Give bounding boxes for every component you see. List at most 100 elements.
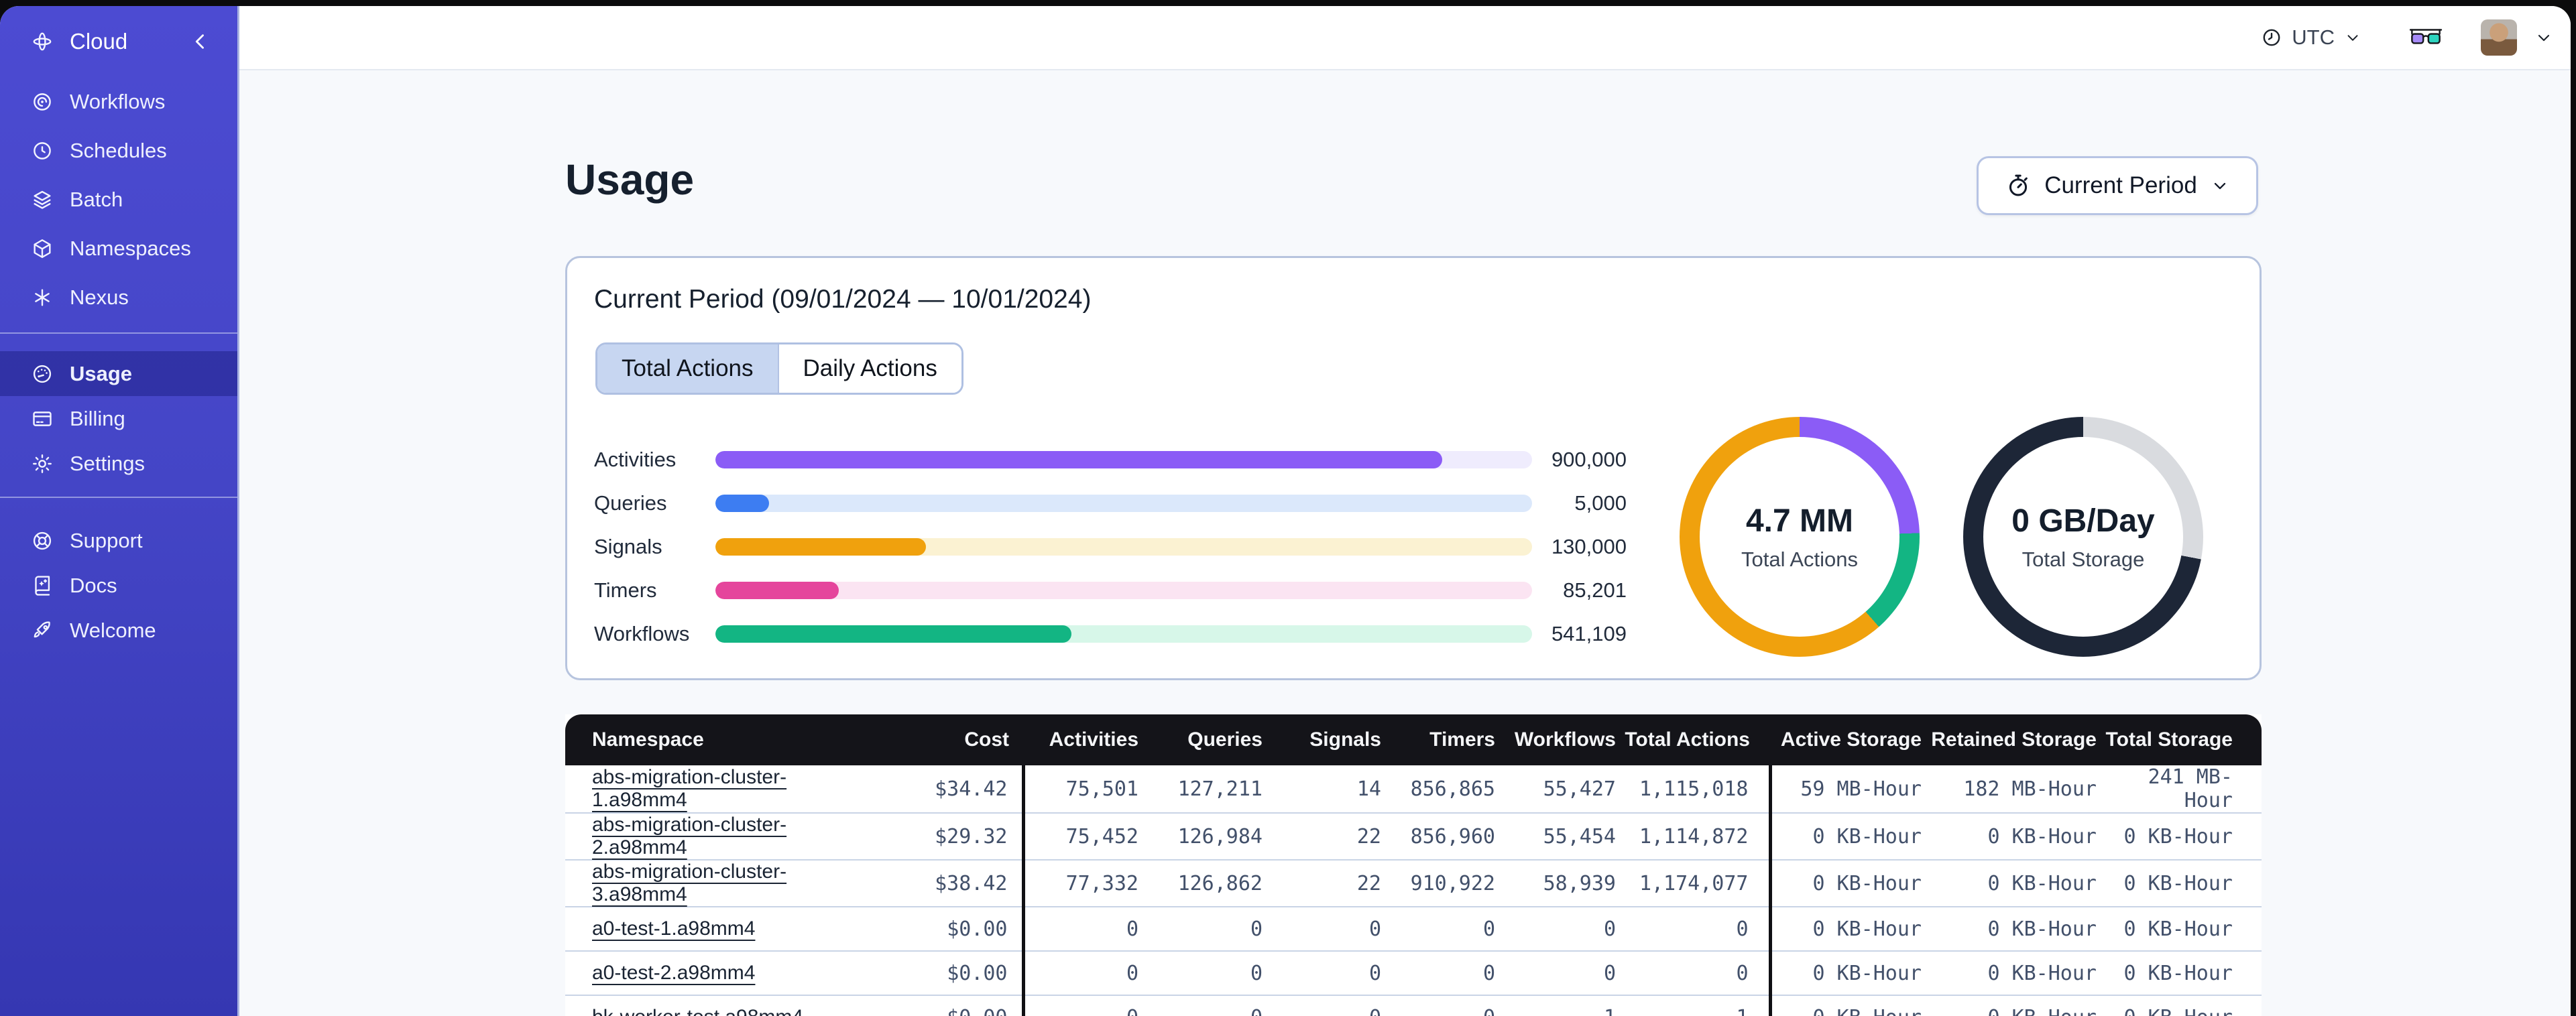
- bar-value: 900,000: [1551, 447, 1627, 471]
- usage-bar-chart: Activities 900,000 Queries 5,000 Signals…: [594, 438, 1627, 655]
- activities-cell: 0: [1021, 995, 1144, 1016]
- total-actions-cell: 1,114,872: [1621, 813, 1770, 861]
- total-actions-cell: 1,174,077: [1621, 860, 1770, 907]
- bar-row-workflows: Workflows 541,109: [594, 612, 1627, 655]
- signals-cell: 22: [1268, 813, 1387, 861]
- bar-track: [715, 581, 1532, 599]
- rocket-icon: [31, 619, 54, 642]
- table-row: abs-migration-cluster-1.a98mm4 $34.42 75…: [565, 765, 2262, 814]
- donut-center: 4.7 MM Total Actions: [1700, 437, 1899, 637]
- user-menu-chevron-down-icon[interactable]: [2534, 28, 2553, 47]
- sidebar-item-nexus[interactable]: Nexus: [0, 273, 237, 322]
- cost-cell: $38.42: [860, 860, 1023, 907]
- active-storage-cell: 0 KB-Hour: [1768, 860, 1927, 907]
- queries-cell: 0: [1144, 951, 1268, 996]
- tab-total-actions[interactable]: Total Actions: [597, 344, 779, 393]
- credit-card-icon: [31, 407, 54, 430]
- bar-label: Queries: [594, 491, 667, 515]
- signals-cell: 0: [1268, 951, 1387, 996]
- activities-cell: 77,332: [1021, 860, 1144, 907]
- period-selector-button[interactable]: Current Period: [1977, 156, 2258, 215]
- col-queries: Queries: [1144, 714, 1268, 765]
- total-storage-donut: 0 GB/Day Total Storage: [1963, 417, 2203, 657]
- bar-label: Workflows: [594, 621, 690, 645]
- stopwatch-icon: [2009, 174, 2028, 196]
- sidebar-item-usage[interactable]: Usage: [0, 351, 237, 396]
- bar-track: [715, 494, 1532, 512]
- bar-row-signals: Signals 130,000: [594, 525, 1627, 568]
- schedules-icon: [31, 139, 54, 162]
- namespace-cell: abs-migration-cluster-3.a98mm4: [565, 860, 860, 907]
- sidebar-item-support[interactable]: Support: [0, 518, 237, 563]
- activities-cell: 75,452: [1021, 813, 1144, 861]
- active-storage-cell: 0 KB-Hour: [1768, 951, 1927, 996]
- tab-daily-actions[interactable]: Daily Actions: [778, 344, 961, 393]
- donut-value: 4.7 MM: [1745, 503, 1854, 539]
- sidebar-item-label: Batch: [70, 187, 123, 211]
- workflows-cell: 0: [1501, 951, 1621, 996]
- chevron-down-icon: [2347, 35, 2358, 41]
- current-period-card: Current Period (09/01/2024 — 10/01/2024)…: [565, 256, 2262, 680]
- signals-cell: 0: [1268, 995, 1387, 1016]
- total-storage-cell: 0 KB-Hour: [2102, 813, 2262, 861]
- total-actions-donut: 4.7 MM Total Actions: [1680, 417, 1920, 657]
- timezone-selector[interactable]: UTC: [2261, 25, 2361, 50]
- sidebar-item-billing[interactable]: Billing: [0, 396, 237, 441]
- workflows-cell: 55,454: [1501, 813, 1621, 861]
- active-storage-cell: 0 KB-Hour: [1768, 813, 1927, 861]
- active-storage-cell: 59 MB-Hour: [1768, 765, 1927, 814]
- bar-value: 85,201: [1563, 578, 1627, 602]
- cost-cell: $0.00: [860, 907, 1023, 952]
- sidebar-item-docs[interactable]: Docs: [0, 563, 237, 608]
- sidebar-item-label: Settings: [70, 451, 145, 475]
- retained-storage-cell: 0 KB-Hour: [1927, 951, 2102, 996]
- namespace-link[interactable]: a0-test-2.a98mm4: [592, 962, 755, 984]
- timers-cell: 0: [1387, 995, 1501, 1016]
- signals-cell: 22: [1268, 860, 1387, 907]
- namespace-link[interactable]: bk-worker-test.a98mm4: [592, 1006, 803, 1016]
- workflows-cell: 0: [1501, 907, 1621, 952]
- timezone-label: UTC: [2292, 25, 2335, 49]
- retained-storage-cell: 0 KB-Hour: [1927, 860, 2102, 907]
- cost-cell: $34.42: [860, 765, 1023, 814]
- card-title: Current Period (09/01/2024 — 10/01/2024): [594, 285, 1092, 314]
- col-activities: Activities: [1023, 714, 1144, 765]
- sidebar-item-batch[interactable]: Batch: [0, 175, 237, 224]
- total-storage-cell: 0 KB-Hour: [2102, 995, 2262, 1016]
- sidebar-item-welcome[interactable]: Welcome: [0, 608, 237, 653]
- period-selector-label: Current Period: [2044, 172, 2197, 198]
- table-row: bk-worker-test.a98mm4 $0.00 0 0 0 0 1 1 …: [565, 995, 2262, 1016]
- bar-track: [715, 625, 1532, 643]
- sidebar-collapse-icon[interactable]: [189, 30, 212, 53]
- sidebar-brand: Cloud: [0, 6, 237, 77]
- retained-storage-cell: 0 KB-Hour: [1927, 907, 2102, 952]
- namespace-cell: bk-worker-test.a98mm4: [565, 995, 860, 1016]
- col-namespace: Namespace: [565, 714, 860, 765]
- user-avatar[interactable]: [2481, 19, 2517, 56]
- activities-cell: 75,501: [1021, 765, 1144, 814]
- total-storage-cell: 0 KB-Hour: [2102, 907, 2262, 952]
- namespace-link[interactable]: abs-migration-cluster-2.a98mm4: [592, 814, 786, 859]
- table-row: abs-migration-cluster-3.a98mm4 $38.42 77…: [565, 860, 2262, 907]
- workflows-cell: 1: [1501, 995, 1621, 1016]
- donut-label: Total Storage: [2022, 547, 2145, 571]
- brand-label: Cloud: [70, 29, 128, 54]
- workflows-cell: 58,939: [1501, 860, 1621, 907]
- sidebar-item-workflows[interactable]: Workflows: [0, 77, 237, 126]
- total-actions-cell: 0: [1621, 951, 1770, 996]
- sidebar-item-label: Workflows: [70, 89, 166, 113]
- chevron-down-icon: [2214, 182, 2225, 190]
- sidebar-item-namespaces[interactable]: Namespaces: [0, 224, 237, 273]
- timers-cell: 910,922: [1387, 860, 1501, 907]
- total-actions-cell: 1,115,018: [1621, 765, 1770, 814]
- namespace-link[interactable]: abs-migration-cluster-1.a98mm4: [592, 766, 786, 811]
- namespace-link[interactable]: abs-migration-cluster-3.a98mm4: [592, 861, 786, 905]
- retained-storage-cell: 182 MB-Hour: [1927, 765, 2102, 814]
- bar-row-queries: Queries 5,000: [594, 481, 1627, 525]
- glasses-icon[interactable]: [2408, 26, 2443, 49]
- namespace-link[interactable]: a0-test-1.a98mm4: [592, 917, 755, 940]
- sidebar-item-schedules[interactable]: Schedules: [0, 126, 237, 175]
- sidebar-item-settings[interactable]: Settings: [0, 441, 237, 486]
- bar-fill: [715, 450, 1443, 468]
- bar-row-timers: Timers 85,201: [594, 568, 1627, 612]
